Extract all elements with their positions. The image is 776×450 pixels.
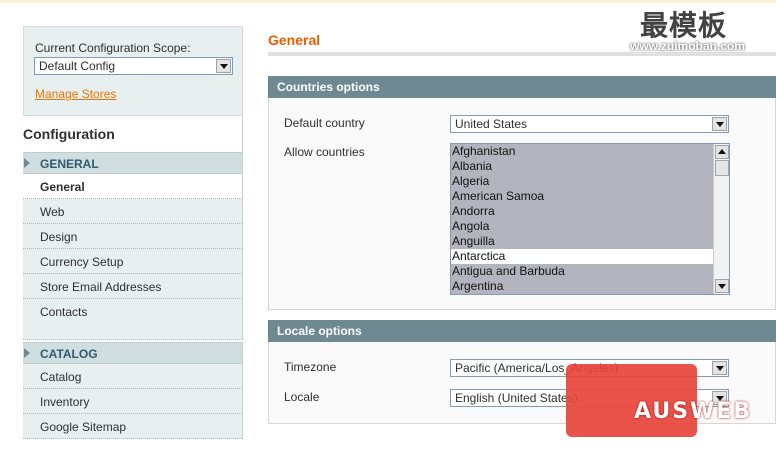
scope-select[interactable]: Default Config [34, 57, 233, 75]
list-item[interactable]: Angola [451, 219, 729, 234]
sidebar-section-general: GENERAL General Web Design Currency Setu… [23, 152, 243, 340]
default-country-value: United States [455, 117, 528, 131]
section-label: CATALOG [40, 347, 98, 361]
sidebar-section-header[interactable]: GENERAL [23, 152, 242, 174]
sidebar-item-inventory[interactable]: Inventory [23, 389, 242, 414]
locale-value: English (United States) [455, 391, 578, 405]
scope-panel: Current Configuration Scope: Default Con… [23, 26, 243, 116]
top-border [0, 0, 776, 3]
sidebar-item-google-sitemap[interactable]: Google Sitemap [23, 414, 242, 439]
sidebar-item-design[interactable]: Design [23, 224, 242, 249]
watermark-logo-text: 最模板 [640, 9, 728, 42]
section-body-countries: Default country United States Allow coun… [268, 98, 776, 310]
chevron-down-icon[interactable] [712, 361, 727, 375]
scroll-down-icon[interactable] [715, 279, 729, 293]
sidebar-item-store-email-addresses[interactable]: Store Email Addresses [23, 274, 242, 299]
expand-arrow-icon [24, 348, 30, 358]
scroll-up-icon[interactable] [715, 145, 729, 159]
list-item[interactable]: Andorra [451, 204, 729, 219]
sidebar-item-contacts[interactable]: Contacts [23, 299, 242, 340]
page-title: General [268, 32, 321, 48]
chevron-down-icon[interactable] [216, 59, 231, 73]
sidebar-item-currency-setup[interactable]: Currency Setup [23, 249, 242, 274]
timezone-label: Timezone [284, 360, 337, 374]
list-item[interactable]: Antarctica [451, 249, 729, 264]
sidebar-title: Configuration [23, 116, 243, 152]
allow-countries-label: Allow countries [284, 145, 365, 159]
list-item[interactable]: Antigua and Barbuda [451, 264, 729, 279]
sidebar-item-catalog[interactable]: Catalog [23, 364, 242, 389]
listbox-scrollbar[interactable] [713, 144, 729, 294]
watermark-brand: AUSWEB [634, 399, 753, 424]
list-item[interactable]: Albania [451, 159, 729, 174]
scope-label: Current Configuration Scope: [35, 41, 191, 55]
list-item[interactable]: Argentina [451, 279, 729, 294]
list-item[interactable]: Afghanistan [451, 144, 729, 159]
allow-countries-listbox[interactable]: Afghanistan Albania Algeria American Sam… [450, 143, 730, 295]
section-header-locale[interactable]: Locale options [268, 320, 776, 342]
sidebar-section-header[interactable]: CATALOG [23, 342, 242, 364]
scroll-thumb[interactable] [715, 160, 729, 176]
watermark-url: www.zuimoban.com [630, 39, 745, 53]
sidebar-item-general[interactable]: General [23, 174, 242, 199]
chevron-down-icon[interactable] [712, 117, 727, 131]
scope-select-value: Default Config [39, 59, 116, 73]
default-country-select[interactable]: United States [450, 115, 729, 133]
section-header-countries[interactable]: Countries options [268, 76, 776, 98]
manage-stores-link[interactable]: Manage Stores [35, 87, 116, 101]
locale-label: Locale [284, 390, 320, 404]
list-item[interactable]: Anguilla [451, 234, 729, 249]
default-country-label: Default country [284, 116, 365, 130]
sidebar-item-web[interactable]: Web [23, 199, 242, 224]
list-item[interactable]: American Samoa [451, 189, 729, 204]
sidebar-section-catalog: CATALOG Catalog Inventory Google Sitemap [23, 342, 243, 439]
section-label: GENERAL [40, 157, 99, 171]
expand-arrow-icon [24, 158, 30, 168]
list-item[interactable]: Algeria [451, 174, 729, 189]
